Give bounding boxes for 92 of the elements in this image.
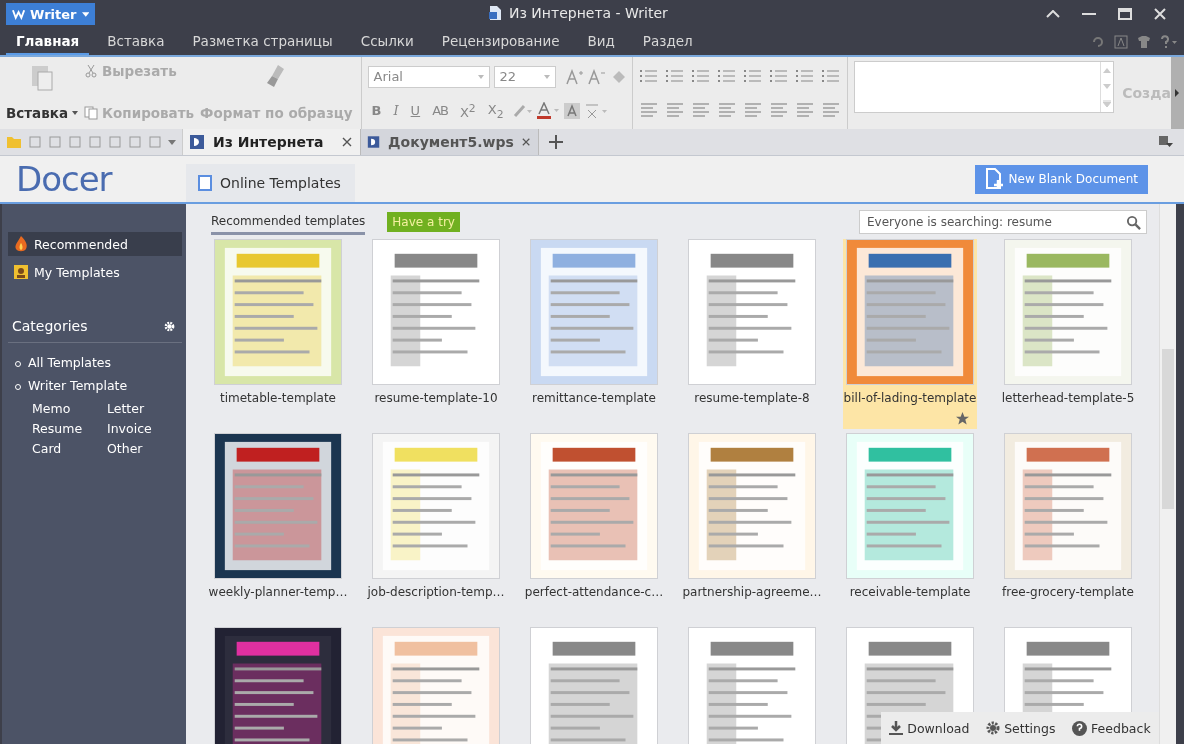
highlight-icon[interactable] xyxy=(511,102,532,119)
recommended-templates-tab[interactable]: Recommended templates xyxy=(211,209,366,235)
document-tab[interactable]: Из Интернета xyxy=(183,129,361,155)
template-name[interactable]: perfect-attendance-c… xyxy=(524,585,664,599)
template-name[interactable]: timetable-template xyxy=(220,391,336,405)
menu-tab[interactable]: Вид xyxy=(577,28,625,55)
caret-icon xyxy=(72,111,79,115)
template-name[interactable]: free-grocery-template xyxy=(1002,585,1134,599)
close-icon[interactable] xyxy=(521,137,530,147)
collapse-icon[interactable] xyxy=(1046,10,1060,18)
document-tab[interactable]: Документ5.wps xyxy=(361,129,539,155)
phonetic-icon[interactable] xyxy=(583,101,608,120)
window-title: Из Интернета - Writer xyxy=(509,5,668,21)
download-button[interactable]: Download xyxy=(889,720,970,736)
document-icon xyxy=(367,134,381,150)
online-templates-tab[interactable]: Online Templates xyxy=(186,164,355,202)
menu-tab[interactable]: Разметка страницы xyxy=(182,28,343,55)
gear-icon xyxy=(986,721,1001,735)
new-tab-icon[interactable] xyxy=(549,135,563,149)
paste-button[interactable]: Вставка xyxy=(6,105,79,121)
grow-font-icon[interactable] xyxy=(565,68,584,85)
ribbon-scroll-button[interactable] xyxy=(1170,57,1184,129)
category-link[interactable]: Writer Template xyxy=(8,378,182,393)
folder-icon[interactable] xyxy=(6,135,22,149)
maximize-icon[interactable] xyxy=(1118,8,1132,20)
writer-logo-icon xyxy=(12,8,26,20)
search-field[interactable]: Everyone is searching: resume xyxy=(859,210,1147,234)
sidebar-item[interactable]: My Templates xyxy=(8,260,182,284)
scroll-down-icon[interactable] xyxy=(1103,83,1112,89)
flame-icon xyxy=(14,236,28,252)
help-icon[interactable] xyxy=(1160,34,1178,49)
expand-icon[interactable] xyxy=(1103,99,1112,107)
close-icon[interactable] xyxy=(342,137,352,147)
menu-tab[interactable]: Ссылки xyxy=(350,28,424,55)
feedback-button[interactable]: Feedback xyxy=(1072,720,1151,736)
left-icon[interactable] xyxy=(638,102,659,118)
template-name[interactable]: partnership-agreeme… xyxy=(682,585,822,599)
settings-button[interactable]: Settings xyxy=(986,720,1056,736)
menu-tab[interactable]: Рецензирование xyxy=(431,28,570,55)
settings-icon[interactable] xyxy=(163,319,176,333)
subcategory-link[interactable]: Card xyxy=(32,441,107,456)
clipboard-icon[interactable] xyxy=(30,63,54,91)
template-name[interactable]: bill-of-lading-template xyxy=(843,391,977,405)
scroll-up-icon[interactable] xyxy=(1103,67,1112,73)
new-document-icon xyxy=(984,168,1003,190)
categories-heading: Categories xyxy=(12,318,88,334)
menu-tab[interactable]: Вставка xyxy=(97,28,175,55)
page-icon xyxy=(198,175,212,191)
subcategory-link[interactable]: Invoice xyxy=(107,421,182,436)
template-name[interactable]: resume-template-8 xyxy=(694,391,810,405)
subcategory-link[interactable]: Memo xyxy=(32,401,107,416)
template-name[interactable]: resume-template-10 xyxy=(374,391,498,405)
selected-template-card[interactable]: bill-of-lading-template xyxy=(843,239,977,429)
caret-icon[interactable] xyxy=(168,139,176,145)
bullets-icon[interactable] xyxy=(638,68,659,84)
font-name-field[interactable]: Arial xyxy=(367,65,490,88)
font-icon[interactable] xyxy=(1114,34,1128,49)
template-name[interactable]: job-description-temp… xyxy=(367,585,505,599)
subcategory-link[interactable]: Letter xyxy=(107,401,182,416)
caret-icon xyxy=(543,74,550,79)
menu-tab[interactable]: Раздел xyxy=(632,28,703,55)
document-icon xyxy=(488,5,502,21)
caret-right-icon xyxy=(1175,89,1180,97)
shrink-font-icon[interactable] xyxy=(587,68,606,85)
subcategory-link[interactable]: Other xyxy=(107,441,182,456)
template-name[interactable]: remittance-template xyxy=(532,391,656,405)
tab-menu-icon[interactable] xyxy=(1158,135,1174,149)
star-icon[interactable] xyxy=(956,412,969,425)
template-name[interactable]: weekly-planner-temp… xyxy=(208,585,348,599)
sync-icon[interactable] xyxy=(1091,34,1105,49)
writer-menu-button[interactable]: Writer xyxy=(6,3,95,25)
shirt-icon[interactable] xyxy=(1137,34,1151,49)
template-name[interactable]: letterhead-template-5 xyxy=(1001,391,1135,405)
docer-logo: Docer xyxy=(16,159,114,199)
font-color-icon[interactable] xyxy=(535,101,560,120)
caret-icon xyxy=(477,74,484,79)
subcategory-link[interactable]: Resume xyxy=(32,421,107,436)
category-link[interactable]: All Templates xyxy=(8,355,182,370)
scrollbar[interactable] xyxy=(1159,204,1176,744)
template-name[interactable]: receivable-template xyxy=(849,585,971,599)
sidebar-item[interactable]: Recommended xyxy=(8,232,182,256)
copy-icon xyxy=(84,106,99,120)
char-shading-icon[interactable] xyxy=(563,102,580,119)
document-icon xyxy=(189,134,205,150)
help-icon xyxy=(1072,720,1088,736)
search-icon[interactable] xyxy=(1126,214,1141,230)
scissors-icon xyxy=(84,64,99,78)
font-size-field[interactable]: 22 xyxy=(493,65,556,88)
styles-gallery[interactable] xyxy=(853,61,1115,113)
download-icon xyxy=(889,721,904,735)
portrait-icon xyxy=(14,265,28,279)
caret-icon xyxy=(81,11,89,17)
